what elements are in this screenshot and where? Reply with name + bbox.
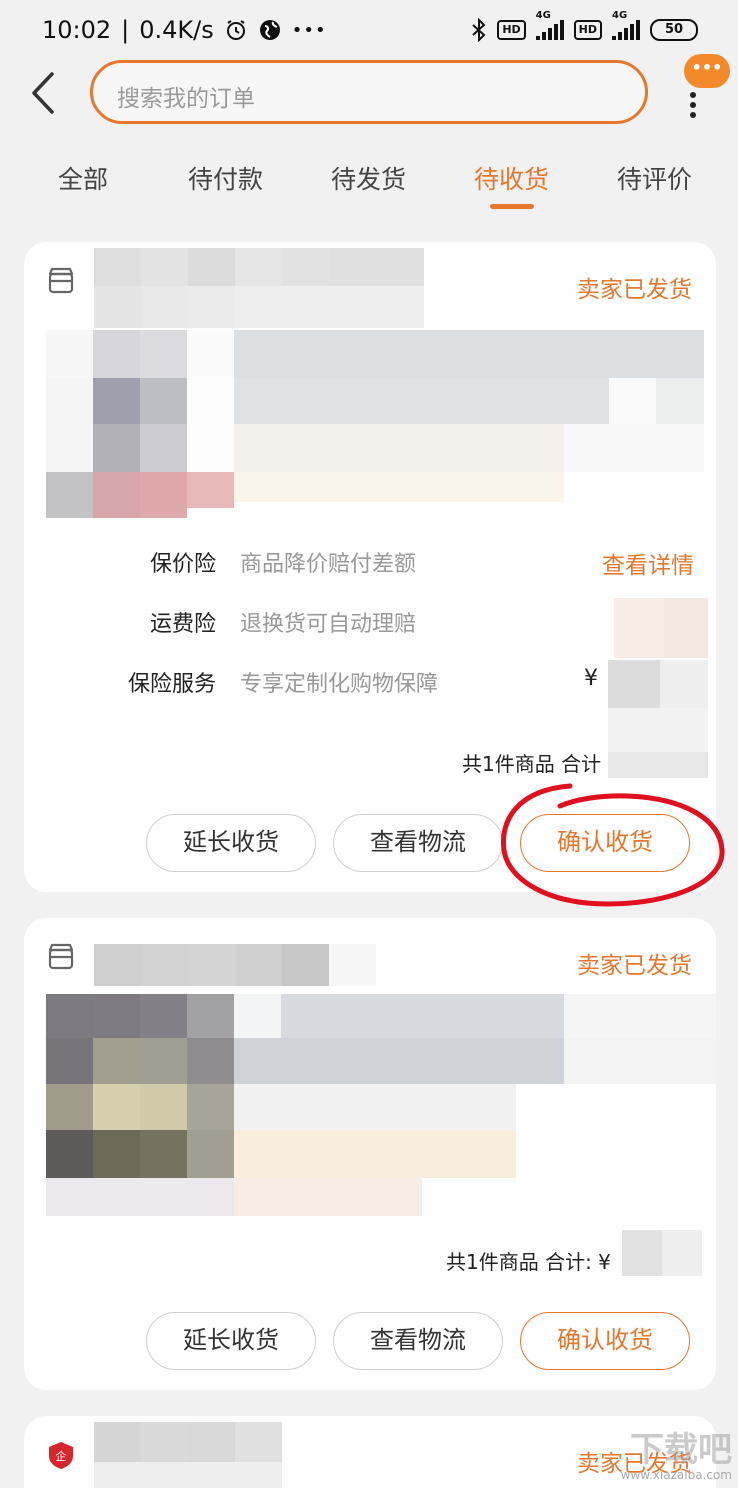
insurance-service-label: 保险服务 [127,672,216,697]
shop-icon [48,943,74,970]
tab-all[interactable]: 全部 [58,160,108,196]
alarm-icon [226,20,245,40]
svg-text:企: 企 [56,1449,67,1463]
order-tabs: 全部 待付款 待发货 待收货 待评价 [0,160,738,220]
tab-pending-review[interactable]: 待评价 [617,160,692,196]
order-card[interactable]: 卖家已发货 保价险 商品降价赔付差额 查看详情 运费险 退换货可自动理赔 保险服… [24,242,716,892]
shipping-insurance-label: 运费险 [149,612,216,637]
search-input[interactable]: 搜索我的订单 [90,60,648,124]
product-image-blurred[interactable] [46,994,716,1216]
status-left: 10:02 | 0.4K/s ••• [42,16,327,44]
shop-icon [48,267,74,294]
search-placeholder: 搜索我的订单 [117,86,255,112]
separator: | [121,16,130,44]
price-blurred [608,598,708,778]
confirm-receipt-button[interactable]: 确认收货 [520,1312,690,1370]
status-right: HD 4G HD 4G 50 [471,10,698,42]
product-image-blurred[interactable] [46,330,706,520]
order-status: 卖家已发货 [577,953,692,979]
network-speed: 0.4K/s [139,16,214,44]
shop-name-blurred [94,248,424,328]
signal-bars-icon [535,20,564,40]
status-bar: 10:02 | 0.4K/s ••• HD 4G HD 4G 50 [0,0,738,62]
more-options-icon[interactable] [688,88,698,128]
shop-name-blurred [94,944,376,986]
shipping-insurance-desc: 退换货可自动理赔 [240,612,417,637]
clock: 10:02 [42,16,112,44]
bluetooth-icon [472,18,486,42]
battery-icon: 50 [650,19,698,41]
message-badge[interactable]: ••• [684,54,730,88]
signal-2: 4G [612,10,640,40]
tab-pending-payment[interactable]: 待付款 [188,160,263,196]
extend-receipt-button[interactable]: 延长收货 [146,814,316,872]
currency-symbol: ¥ [584,666,598,691]
price-protection-label: 保价险 [149,552,216,577]
more-notifications: ••• [291,19,327,41]
signal-bars-icon [612,20,640,40]
signal-1: 4G [535,10,564,40]
order-total-label: 共1件商品 合计 [462,752,602,776]
hd-badge-1: HD [497,20,526,40]
enterprise-shop-icon: 企 [49,1442,73,1469]
shop-name-blurred [94,1422,284,1488]
price-blurred [622,1230,702,1276]
view-logistics-button[interactable]: 查看物流 [333,814,503,872]
watermark-url: www.xiazaiba.com [620,1468,732,1482]
network-type-1: 4G [535,10,551,21]
active-tab-indicator [490,204,534,209]
hd-badge-2: HD [573,20,602,40]
watermark-logo: 下载吧 [630,1430,732,1470]
insurance-service-desc: 专享定制化购物保障 [240,672,439,697]
back-arrow-icon[interactable] [26,68,66,118]
view-details-link[interactable]: 查看详情 [602,546,694,580]
tab-pending-receipt[interactable]: 待收货 [474,160,549,196]
view-logistics-button[interactable]: 查看物流 [333,1312,503,1370]
order-status: 卖家已发货 [577,277,692,303]
price-protection-desc: 商品降价赔付差额 [240,552,417,577]
confirm-receipt-button[interactable]: 确认收货 [520,814,690,872]
order-card[interactable]: 卖家已发货 共1件商品 合计: ¥ 延长收货 查看物流 确认收货 [24,918,716,1390]
globe-icon [259,20,280,40]
watermark: 下载吧 www.xiazaiba.com [621,1432,732,1482]
top-bar: 搜索我的订单 ••• [0,54,738,128]
order-card[interactable]: 企 卖家已发货 [24,1416,716,1488]
order-total-label: 共1件商品 合计: ¥ [446,1250,611,1274]
network-type-2: 4G [612,10,628,21]
extend-receipt-button[interactable]: 延长收货 [146,1312,316,1370]
battery-level: 50 [664,22,684,37]
tab-pending-shipment[interactable]: 待发货 [331,160,406,196]
